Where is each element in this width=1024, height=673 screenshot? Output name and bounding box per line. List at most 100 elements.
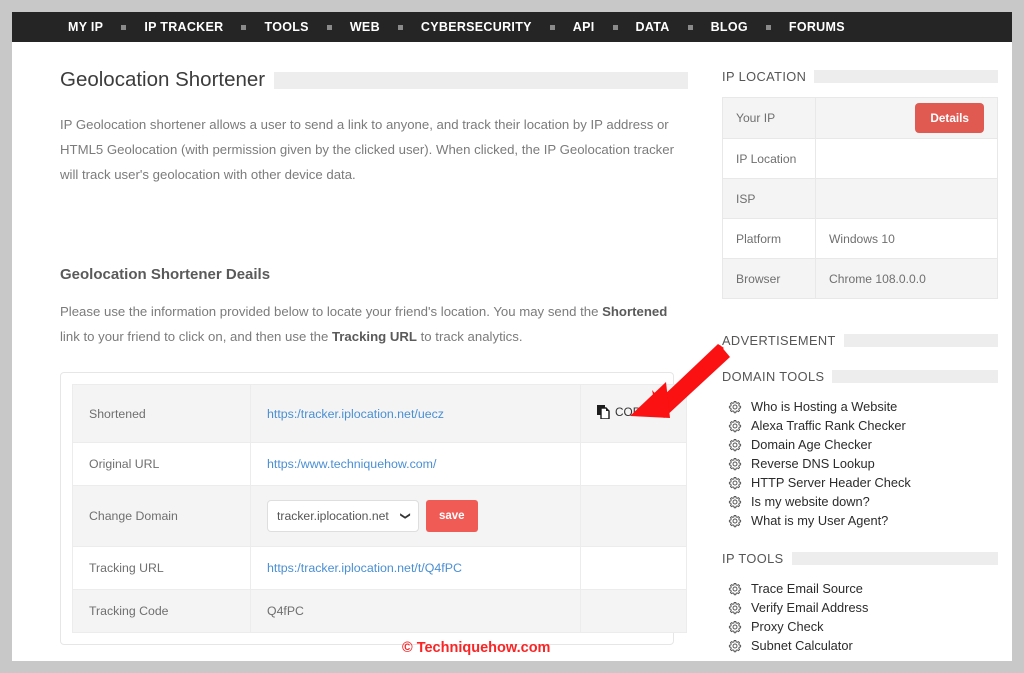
detail-link[interactable]: https:/tracker.iplocation.net/t/Q4fPC (267, 561, 462, 575)
nav-separator-dot (241, 24, 247, 30)
nav-item-my-ip[interactable]: MY IP (67, 20, 104, 34)
list-item[interactable]: Proxy Check (722, 617, 998, 636)
ip-tools-list: Trace Email Source Verify Email Address Pr… (722, 579, 998, 655)
shortener-details-card: Shortened https:/tracker.iplocation.net/u… (60, 372, 687, 645)
nav-separator-dot (612, 24, 618, 30)
domain-tool-is-my-website-down[interactable]: Is my website down? (751, 494, 870, 509)
copy-button-label: COPY (615, 405, 649, 419)
top-navigation-bar: MY IP IP TRACKER TOOLS WEB CYBERSECURITY API D… (12, 12, 1012, 42)
domain-tool-http-server-header-check[interactable]: HTTP Server Header Check (751, 475, 911, 490)
copy-button[interactable]: COPY (597, 405, 648, 419)
gear-icon (728, 639, 742, 652)
nav-separator-dot (397, 24, 403, 30)
list-item[interactable]: Who is Hosting a Website (722, 397, 998, 416)
nav-separator-dot (326, 24, 332, 30)
ip-location-table: Your IP Details IP Location ISP Platform Wind… (722, 97, 998, 299)
nav-item-ip-tracker[interactable]: IP TRACKER (143, 20, 224, 34)
watermark: © Techniquehow.com (402, 640, 551, 656)
table-row: Shortened https:/tracker.iplocation.net/u… (72, 384, 687, 443)
detail-row-label: Shortened (72, 384, 251, 443)
ip-tools-heading-label: IP TOOLS (722, 551, 784, 566)
domain-tools-list: Who is Hosting a Website Alexa Traffic Ra… (722, 397, 998, 530)
gear-icon (728, 476, 742, 489)
detail-row-value: https:/tracker.iplocation.net/uecz (250, 384, 581, 443)
main-column: Geolocation Shortener IP Geolocation sho… (12, 42, 712, 661)
lead-text-3: to track analytics. (416, 329, 523, 344)
heading-decor-bar (791, 552, 998, 565)
chevron-down-icon: ❯ (399, 511, 411, 521)
details-button[interactable]: Details (915, 103, 984, 133)
table-row: Change Domain tracker.iplocation.net ❯ save (72, 485, 687, 547)
ip-tool-subnet-calculator[interactable]: Subnet Calculator (751, 638, 853, 653)
gear-icon (728, 495, 742, 508)
detail-row-action (580, 589, 687, 633)
list-item[interactable]: Reverse DNS Lookup (722, 454, 998, 473)
detail-link[interactable]: https:/www.techniquehow.com/ (267, 457, 436, 471)
detail-link[interactable]: https:/tracker.iplocation.net/uecz (267, 407, 444, 421)
lead-bold-tracking-url: Tracking URL (331, 329, 417, 344)
gear-icon (728, 582, 742, 595)
gear-icon (728, 400, 742, 413)
ip-tools-block: IP TOOLS Trace Email Source Verify Email … (722, 551, 998, 655)
detail-row-label: Tracking URL (72, 546, 251, 590)
lead-bold-shortened: Shortened (602, 304, 668, 319)
list-item[interactable]: Is my website down? (722, 492, 998, 511)
save-button[interactable]: save (426, 500, 478, 532)
domain-tool-what-is-my-user-agent[interactable]: What is my User Agent? (751, 513, 888, 528)
domain-tool-alexa-traffic-rank-checker[interactable]: Alexa Traffic Rank Checker (751, 418, 906, 433)
domain-tool-domain-age-checker[interactable]: Domain Age Checker (751, 437, 872, 452)
nav-item-web[interactable]: WEB (349, 20, 381, 34)
nav-item-api[interactable]: API (572, 20, 596, 34)
list-item[interactable]: Verify Email Address (722, 598, 998, 617)
page-title: Geolocation Shortener (60, 68, 266, 91)
list-item[interactable]: HTTP Server Header Check (722, 473, 998, 492)
list-item[interactable]: Domain Age Checker (722, 435, 998, 454)
nav-item-tools[interactable]: TOOLS (263, 20, 309, 34)
table-row: IP Location (722, 138, 998, 179)
details-section-title: Geolocation Shortener Deails (60, 266, 271, 283)
detail-row-label: Original URL (72, 442, 251, 486)
gear-icon (728, 419, 742, 432)
ip-location-heading: IP LOCATION (722, 69, 998, 84)
list-item[interactable]: Trace Email Source (722, 579, 998, 598)
change-domain-controls: tracker.iplocation.net ❯ save (267, 500, 564, 532)
list-item[interactable]: Alexa Traffic Rank Checker (722, 416, 998, 435)
lead-text-1: Please use the information provided belo… (60, 304, 603, 319)
lead-text-2: link to your friend to click on, and the… (60, 329, 332, 344)
domain-select-value: tracker.iplocation.net (277, 509, 389, 523)
detail-row-value: tracker.iplocation.net ❯ save (250, 485, 581, 547)
shortener-details-table: Shortened https:/tracker.iplocation.net/u… (72, 384, 687, 633)
list-item[interactable]: What is my User Agent? (722, 511, 998, 530)
list-item[interactable]: Subnet Calculator (722, 636, 998, 655)
ip-location-value: Details (815, 97, 998, 139)
domain-select[interactable]: tracker.iplocation.net ❯ (267, 500, 419, 532)
detail-row-value: Q4fPC (250, 589, 581, 633)
nav-item-data[interactable]: DATA (635, 20, 671, 34)
ip-location-value: Chrome 108.0.0.0 (815, 258, 998, 299)
domain-tool-reverse-dns-lookup[interactable]: Reverse DNS Lookup (751, 456, 875, 471)
ip-location-key: ISP (722, 178, 816, 219)
ip-tool-trace-email-source[interactable]: Trace Email Source (751, 581, 863, 596)
detail-row-label: Change Domain (72, 485, 251, 547)
table-row: Original URL https:/www.techniquehow.com/ (72, 442, 687, 486)
page-title-block: Geolocation Shortener (60, 68, 688, 92)
advertisement-heading-label: ADVERTISEMENT (722, 333, 836, 348)
advertisement-heading: ADVERTISEMENT (722, 333, 998, 348)
browser-content-frame: MY IP IP TRACKER TOOLS WEB CYBERSECURITY API D… (12, 12, 1012, 661)
ip-location-key: Platform (722, 218, 816, 259)
ip-tools-heading: IP TOOLS (722, 551, 998, 566)
nav-item-cybersecurity[interactable]: CYBERSECURITY (420, 20, 533, 34)
nav-item-blog[interactable]: BLOG (710, 20, 749, 34)
nav-separator-dot (765, 24, 771, 30)
table-row: ISP (722, 178, 998, 219)
nav-item-forums[interactable]: FORUMS (788, 20, 846, 34)
ip-tool-proxy-check[interactable]: Proxy Check (751, 619, 824, 634)
ip-location-value: Windows 10 (815, 218, 998, 259)
heading-decor-bar (814, 70, 998, 83)
gear-icon (728, 514, 742, 527)
ip-tool-verify-email-address[interactable]: Verify Email Address (751, 600, 868, 615)
domain-tool-who-is-hosting-a-website[interactable]: Who is Hosting a Website (751, 399, 897, 414)
table-row: Your IP Details (722, 97, 998, 139)
gear-icon (728, 438, 742, 451)
detail-row-value: https:/www.techniquehow.com/ (250, 442, 581, 486)
